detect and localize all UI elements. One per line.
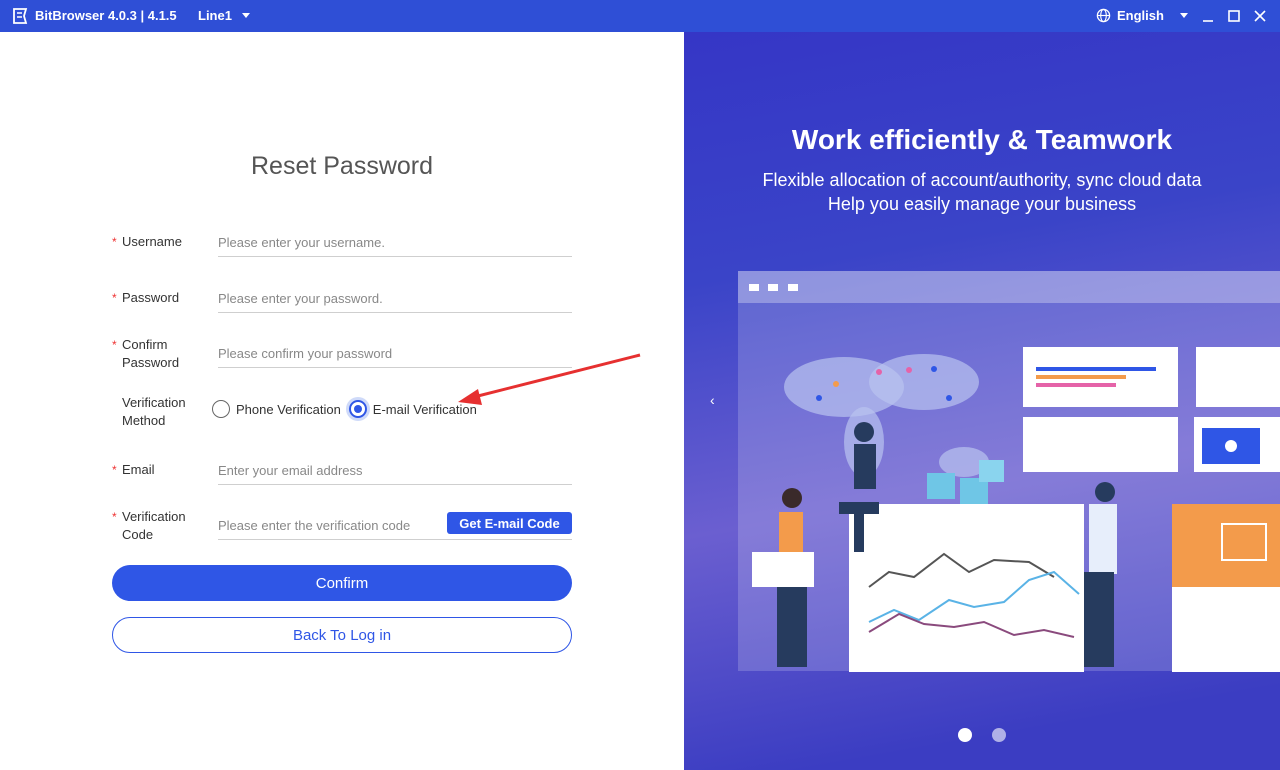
username-row: * Username (112, 227, 572, 260)
password-row: * Password (112, 283, 572, 316)
email-row: * Email (112, 455, 572, 488)
verification-code-input[interactable] (218, 510, 438, 540)
email-label: Email (122, 462, 155, 477)
verification-code-label: Verification Code (122, 508, 212, 544)
close-icon[interactable] (1252, 8, 1268, 24)
label-line: Verification (122, 509, 186, 524)
radio-unchecked-icon[interactable] (212, 400, 230, 418)
confirm-password-row: * Confirm Password (112, 335, 572, 371)
chevron-down-icon (241, 13, 250, 18)
minimize-icon[interactable] (1200, 8, 1216, 24)
carousel-dot[interactable] (992, 728, 1006, 742)
option-label: Phone Verification (236, 401, 341, 417)
confirm-password-field (218, 338, 572, 368)
label-line: Code (122, 527, 154, 542)
verification-code-field: Get E-mail Code (218, 510, 572, 540)
promo-banner: Work efficiently & Teamwork Flexible all… (684, 32, 1280, 770)
username-field (218, 227, 572, 257)
verification-method-label: Verification Method (122, 394, 212, 430)
maximize-icon[interactable] (1226, 8, 1242, 24)
app-title: BitBrowser 4.0.3 | 4.1.5 (35, 8, 177, 23)
label-line: Verification (122, 395, 186, 410)
line-label: Line1 (198, 8, 232, 23)
required-mark: * (112, 338, 117, 352)
banner-illustration (738, 271, 1280, 672)
verification-radio-group: Phone Verification E-mail Verification (212, 400, 485, 418)
globe-icon (1096, 8, 1111, 23)
required-mark: * (112, 463, 117, 477)
language-selector[interactable]: English (1096, 8, 1188, 23)
page-title: Reset Password (250, 152, 434, 180)
password-input[interactable] (218, 283, 572, 313)
email-field (218, 455, 572, 485)
option-label: E-mail Verification (372, 401, 477, 417)
carousel-indicators (958, 728, 1006, 742)
username-input[interactable] (218, 227, 572, 257)
password-field (218, 283, 572, 313)
carousel-dot[interactable] (958, 728, 972, 742)
label-line: Password (122, 355, 180, 370)
confirm-password-label: Confirm Password (122, 336, 212, 372)
chevron-down-icon (1179, 13, 1188, 18)
get-email-code-button[interactable]: Get E-mail Code (447, 512, 572, 534)
verification-code-row: * Verification Code Get E-mail Code (112, 507, 572, 543)
line-selector[interactable]: Line1 (198, 8, 250, 23)
phone-verification-option[interactable]: Phone Verification (212, 400, 341, 418)
email-input[interactable] (218, 455, 572, 485)
confirm-password-input[interactable] (218, 338, 572, 368)
required-mark: * (112, 235, 117, 249)
back-to-login-button[interactable]: Back To Log in (112, 617, 572, 653)
label-line: Confirm (122, 337, 168, 352)
required-mark: * (112, 291, 117, 305)
bitbrowser-logo-icon (13, 8, 28, 24)
email-verification-option[interactable]: E-mail Verification (348, 400, 477, 418)
title-bar: BitBrowser 4.0.3 | 4.1.5 Line1 English (0, 0, 1280, 32)
password-label: Password (122, 290, 180, 305)
label-line: Method (122, 413, 166, 428)
language-label: English (1117, 8, 1164, 23)
radio-checked-icon[interactable] (348, 400, 367, 418)
required-mark: * (112, 510, 117, 524)
username-label: Username (122, 234, 182, 249)
confirm-button[interactable]: Confirm (112, 565, 572, 601)
